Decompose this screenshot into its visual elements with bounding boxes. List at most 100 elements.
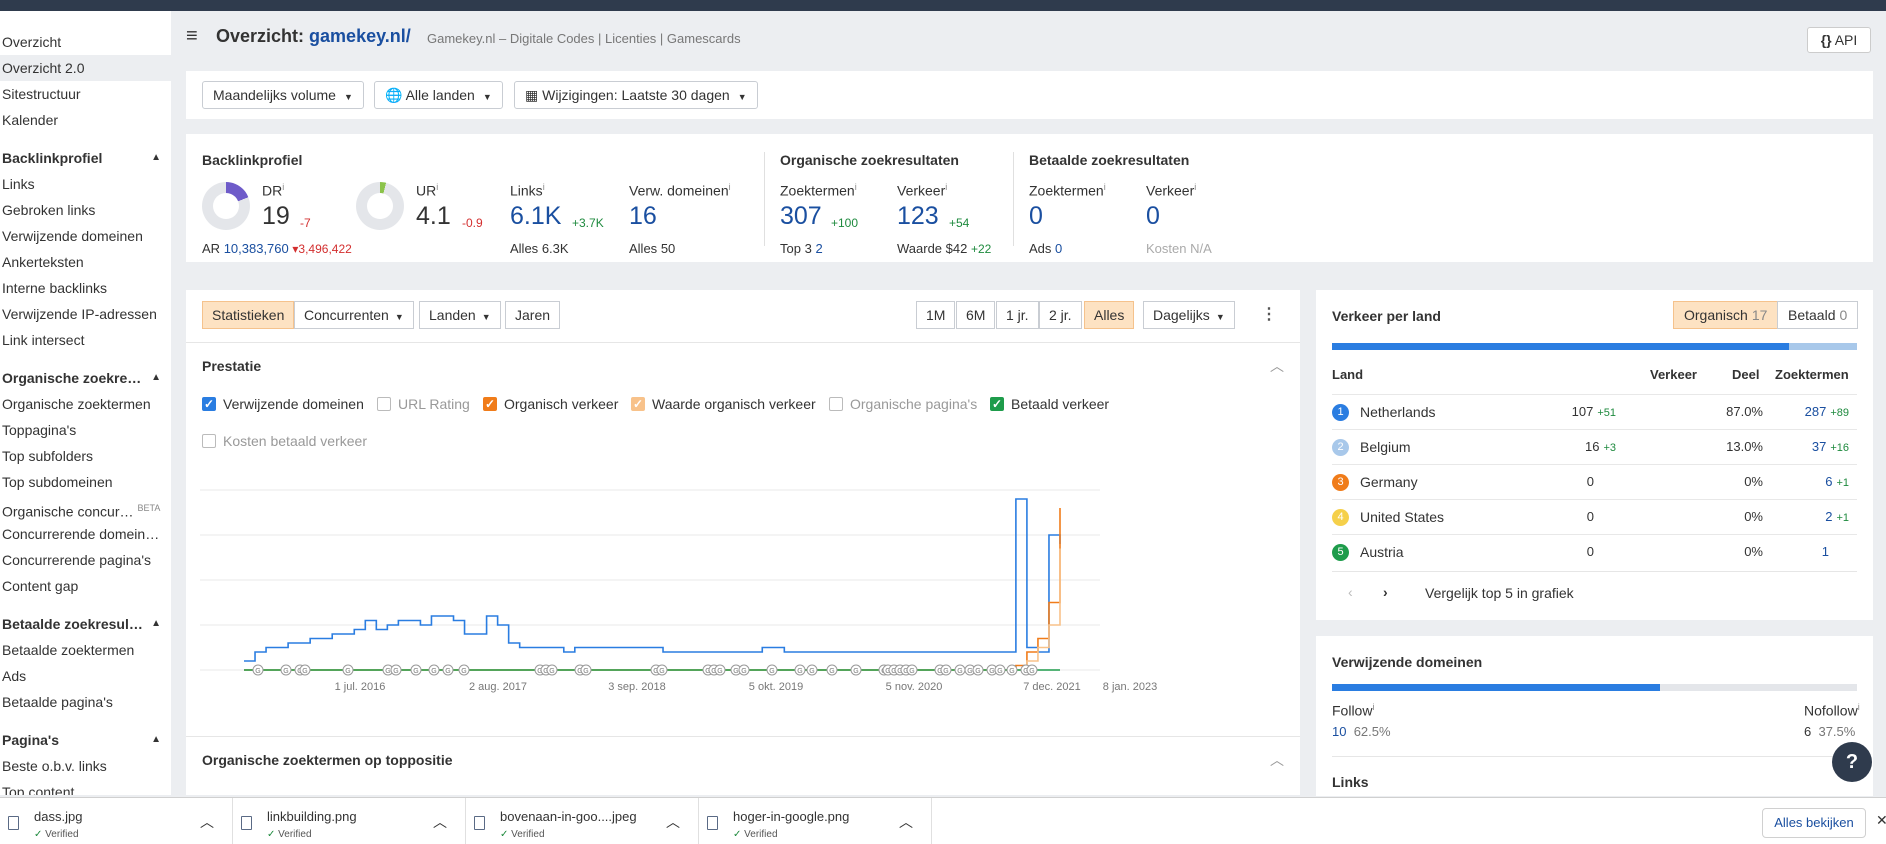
chevron-up-icon[interactable]: ︿ [666, 812, 680, 832]
show-all-downloads-button[interactable]: Alles bekijken [1762, 808, 1866, 838]
range-all[interactable]: Alles [1084, 301, 1135, 329]
keywords-value[interactable]: 287 [1805, 404, 1827, 419]
info-icon[interactable]: i [1104, 182, 1106, 192]
sidebar-item-ads[interactable]: Ads [0, 663, 171, 689]
info-icon[interactable]: i [282, 182, 284, 192]
download-item[interactable]: linkbuilding.png ✓ Verified ︿ [233, 798, 466, 844]
country-row[interactable]: 1 Netherlands 107 +51 87.0% 287 +89 [1332, 394, 1857, 429]
refdomains-label[interactable]: Verw. domeineni [629, 182, 731, 199]
range-2y[interactable]: 2 jr. [1039, 301, 1082, 329]
sidebar-section-paginas[interactable]: Pagina's ▲ [0, 727, 171, 753]
info-icon[interactable]: i [729, 182, 731, 192]
tab-statistieken[interactable]: Statistieken [202, 301, 295, 329]
org-keywords-value[interactable]: 307 [780, 202, 822, 231]
sidebar-item-organische-zoektermen[interactable]: Organische zoektermen [0, 391, 171, 417]
sidebar-item-concurrerende-domeinen[interactable]: Concurrerende domein… [0, 521, 171, 547]
sidebar-item-link-intersect[interactable]: Link intersect [0, 327, 171, 353]
prev-page-icon[interactable]: ‹ [1348, 584, 1353, 600]
info-icon[interactable]: i [436, 182, 438, 192]
collapse-icon[interactable]: ︿ [1270, 356, 1284, 376]
sidebar-item-overzicht-2[interactable]: Overzicht 2.0 [0, 55, 171, 81]
links-value[interactable]: 6.1K [510, 202, 561, 231]
checkbox-waarde-organisch-verkeer[interactable]: Waarde organisch verkeer [631, 395, 816, 413]
checkbox-kosten-betaald-verkeer[interactable]: Kosten betaald verkeer [202, 432, 367, 450]
col-verkeer[interactable]: Verkeer [1650, 367, 1697, 382]
more-options-icon[interactable]: ⋮ [1261, 304, 1277, 324]
keywords-value[interactable]: 37 [1812, 439, 1826, 454]
sidebar-item-toppaginas[interactable]: Toppagina's [0, 417, 171, 443]
checkbox-verwijzende-domeinen[interactable]: Verwijzende domeinen [202, 395, 364, 413]
paid-traffic-label[interactable]: Verkeeri [1146, 182, 1196, 199]
sidebar-item-betaalde-zoektermen[interactable]: Betaalde zoektermen [0, 637, 171, 663]
sidebar-item-overzicht[interactable]: Overzicht [0, 29, 171, 55]
links-label[interactable]: Linksi [510, 182, 545, 199]
keywords-value[interactable]: 6 [1825, 474, 1832, 489]
close-icon[interactable]: ✕ [1876, 812, 1886, 829]
sidebar-item-links[interactable]: Links [0, 171, 171, 197]
title-domain[interactable]: gamekey.nl/ [309, 26, 411, 46]
info-icon[interactable]: i [945, 182, 947, 192]
dr-label[interactable]: DRi [262, 182, 284, 199]
collapse-icon[interactable]: ︿ [1270, 750, 1284, 770]
country-row[interactable]: 3 Germany 0 0% 6 +1 [1332, 464, 1857, 499]
sidebar-item-interne-backlinks[interactable]: Interne backlinks [0, 275, 171, 301]
changes-dropdown[interactable]: ▦ Wijzigingen: Laatste 30 dagen ▼ [514, 81, 758, 109]
refdomains-value[interactable]: 16 [629, 202, 657, 231]
sidebar-item-top-content[interactable]: Top content [0, 779, 171, 795]
country-row[interactable]: 2 Belgium 16 +3 13.0% 37 +16 [1332, 429, 1857, 464]
toggle-organic[interactable]: Organisch 17 [1673, 301, 1779, 329]
sidebar-section-backlinkprofiel[interactable]: Backlinkprofiel ▲ [0, 145, 171, 171]
ur-label[interactable]: URi [416, 182, 438, 199]
follow-count[interactable]: 10 [1332, 724, 1346, 739]
sidebar-item-gebroken-links[interactable]: Gebroken links [0, 197, 171, 223]
range-1y[interactable]: 1 jr. [996, 301, 1039, 329]
download-item[interactable]: bovenaan-in-goo....jpeg ✓ Verified ︿ [466, 798, 699, 844]
col-zoektermen[interactable]: Zoektermen [1775, 367, 1849, 382]
chevron-up-icon[interactable]: ︿ [899, 812, 913, 832]
sidebar-item-sitestructuur[interactable]: Sitestructuur [0, 81, 171, 107]
sidebar-item-kalender[interactable]: Kalender [0, 107, 171, 133]
checkbox-url-rating[interactable]: URL Rating [377, 395, 470, 413]
org-keywords-label[interactable]: Zoektermeni [780, 182, 857, 199]
checkbox-organische-paginas[interactable]: Organische pagina's [829, 395, 977, 413]
sidebar-item-beste-links[interactable]: Beste o.b.v. links [0, 753, 171, 779]
range-6m[interactable]: 6M [956, 301, 996, 329]
chevron-up-icon[interactable]: ︿ [200, 812, 214, 832]
sidebar-item-organische-concurrenten[interactable]: Organische concur… BETA [0, 495, 171, 521]
sidebar-item-top-subdomeinen[interactable]: Top subdomeinen [0, 469, 171, 495]
paid-keywords-value[interactable]: 0 [1029, 202, 1043, 231]
help-button[interactable]: ? [1832, 742, 1872, 782]
chevron-up-icon[interactable]: ︿ [433, 812, 447, 832]
org-traffic-value[interactable]: 123 [897, 202, 939, 231]
sidebar-section-organisch[interactable]: Organische zoekre… ▲ [0, 365, 171, 391]
info-icon[interactable]: i [1858, 702, 1860, 712]
sidebar-item-top-subfolders[interactable]: Top subfolders [0, 443, 171, 469]
ar-value[interactable]: 10,383,760 [224, 241, 289, 256]
countries-dropdown[interactable]: 🌐 Alle landen ▼ [374, 81, 503, 109]
paid-traffic-value[interactable]: 0 [1146, 202, 1160, 231]
menu-icon[interactable]: ≡ [186, 25, 198, 48]
sidebar-item-verwijzende-ip[interactable]: Verwijzende IP-adressen [0, 301, 171, 327]
tab-landen[interactable]: Landen ▼ [419, 301, 501, 329]
sidebar-section-betaald[interactable]: Betaalde zoekresul… ▲ [0, 611, 171, 637]
info-icon[interactable]: i [543, 182, 545, 192]
country-row[interactable]: 5 Austria 0 0% 1 [1332, 534, 1857, 569]
ads-value[interactable]: 0 [1055, 241, 1062, 256]
col-deel[interactable]: Deel [1732, 367, 1759, 382]
compare-top5-link[interactable]: Vergelijk top 5 in grafiek [1425, 585, 1574, 601]
download-item[interactable]: dass.jpg ✓ Verified ︿ [0, 798, 233, 844]
sidebar-item-ankerteksten[interactable]: Ankerteksten [0, 249, 171, 275]
top3-value[interactable]: 2 [815, 241, 822, 256]
info-icon[interactable]: i [1372, 702, 1374, 712]
download-item[interactable]: hoger-in-google.png ✓ Verified ︿ [699, 798, 932, 844]
api-button[interactable]: {} API [1807, 27, 1871, 53]
sidebar-item-concurrerende-paginas[interactable]: Concurrerende pagina's [0, 547, 171, 573]
info-icon[interactable]: i [1194, 182, 1196, 192]
checkbox-organisch-verkeer[interactable]: Organisch verkeer [483, 395, 618, 413]
paid-keywords-label[interactable]: Zoektermeni [1029, 182, 1106, 199]
volume-dropdown[interactable]: Maandelijks volume ▼ [202, 81, 364, 109]
sidebar-item-verwijzende-domeinen[interactable]: Verwijzende domeinen [0, 223, 171, 249]
performance-chart[interactable]: GGGGGGGGGGGGGGGGGGGGGGGGGGGGGGGGGGGGGGGG… [200, 480, 1270, 720]
country-row[interactable]: 4 United States 0 0% 2 +1 [1332, 499, 1857, 534]
toggle-paid[interactable]: Betaald 0 [1777, 301, 1859, 329]
